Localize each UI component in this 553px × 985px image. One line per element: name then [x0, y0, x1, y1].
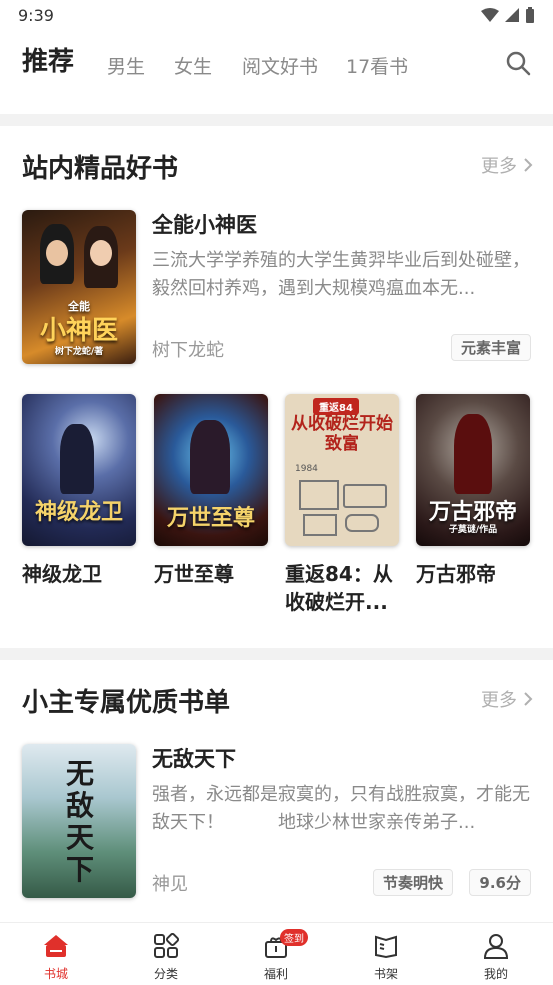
tab-female[interactable]: 女生 [174, 52, 212, 79]
nav-welfare[interactable]: 签到 福利 [236, 929, 316, 982]
signal-icon [505, 8, 519, 22]
tab-recommend[interactable]: 推荐 [22, 41, 74, 78]
book-author: 神见 [152, 874, 188, 895]
chevron-right-icon [524, 692, 533, 706]
cover-title: 神级龙卫 [34, 500, 123, 525]
cover-title: 小神医 [39, 316, 118, 346]
user-icon [483, 934, 509, 959]
tab-17kanshu[interactable]: 17看书 [346, 52, 408, 79]
book-title[interactable]: 全能小神医 [152, 209, 257, 239]
nav-label: 我的 [483, 967, 508, 981]
tab-male[interactable]: 男生 [107, 52, 145, 79]
chevron-right-icon [524, 158, 533, 172]
book-tag: 节奏明快 [372, 869, 453, 896]
section-title: 小主专属优质书单 [22, 688, 231, 718]
more-link[interactable]: 更多 [481, 686, 533, 712]
cover-badge: 重返84 [313, 398, 359, 415]
bookshelf-icon [375, 935, 397, 959]
nav-bookshelf[interactable]: 书架 [346, 933, 426, 982]
top-tabs: 推荐 男生 女生 阅文好书 17看书 [0, 32, 553, 114]
cover-author: 子莫谜/作品 [448, 525, 498, 535]
more-label: 更多 [481, 690, 517, 711]
cover-author: 树下龙蛇/著 [54, 347, 104, 357]
section-divider [0, 648, 553, 660]
book-cover[interactable]: 万世至尊 [154, 394, 268, 546]
search-icon[interactable] [505, 50, 531, 76]
more-label: 更多 [481, 156, 517, 177]
book-description: 强者，永远都是寂寞的，只有战胜寂寞，才能无敌天下！ 地球少林世家亲传弟子... [152, 784, 530, 833]
cover-title: 无敌天下 [65, 757, 94, 886]
home-icon [44, 935, 68, 957]
checkin-badge: 签到 [280, 929, 308, 946]
nav-label: 福利 [263, 967, 288, 981]
nav-bookstore[interactable]: 书城 [16, 933, 96, 982]
cover-year: 1984 [295, 464, 318, 474]
wifi-icon [481, 8, 499, 22]
book-cover[interactable]: 万古邪帝 子莫谜/作品 [416, 394, 530, 546]
book-description: 三流大学学养殖的大学生黄羿毕业后到处碰壁，毅然回村养鸡，遇到大规模鸡瘟血本无..… [152, 250, 530, 299]
book-tag: 元素丰富 [450, 334, 531, 361]
book-title[interactable]: 无敌天下 [152, 743, 236, 773]
book-title[interactable]: 重返84：从收破烂开... [285, 560, 403, 616]
nav-category[interactable]: 分类 [126, 932, 206, 982]
status-bar: 9:39 [0, 0, 553, 32]
cover-title: 从收破烂开始致富 [291, 414, 393, 454]
book-title[interactable]: 万世至尊 [154, 560, 274, 588]
bottom-nav: 书城 分类 签到 福利 书架 我的 [0, 922, 553, 985]
category-icon [154, 932, 180, 958]
book-cover[interactable]: 全能 小神医 树下龙蛇/著 [22, 210, 136, 364]
section-divider [0, 114, 553, 126]
nav-profile[interactable]: 我的 [456, 933, 536, 982]
book-cover[interactable]: 无敌天下 [22, 744, 136, 898]
status-time: 9:39 [18, 6, 54, 25]
status-icons [481, 7, 535, 23]
battery-icon [526, 7, 534, 23]
cover-title: 万世至尊 [166, 506, 255, 531]
nav-label: 书架 [373, 967, 398, 981]
more-link[interactable]: 更多 [481, 152, 533, 178]
nav-label: 分类 [153, 967, 178, 981]
tab-yuewen[interactable]: 阅文好书 [242, 52, 318, 79]
book-title[interactable]: 万古邪帝 [416, 560, 536, 588]
book-author: 树下龙蛇 [152, 340, 224, 361]
book-cover[interactable]: 重返84 从收破烂开始致富 1984 [285, 394, 399, 546]
book-rating: 9.6分 [469, 869, 531, 896]
book-title[interactable]: 神级龙卫 [22, 560, 142, 588]
nav-label: 书城 [43, 967, 68, 981]
section-title: 站内精品好书 [22, 154, 179, 184]
book-cover[interactable]: 神级龙卫 [22, 394, 136, 546]
